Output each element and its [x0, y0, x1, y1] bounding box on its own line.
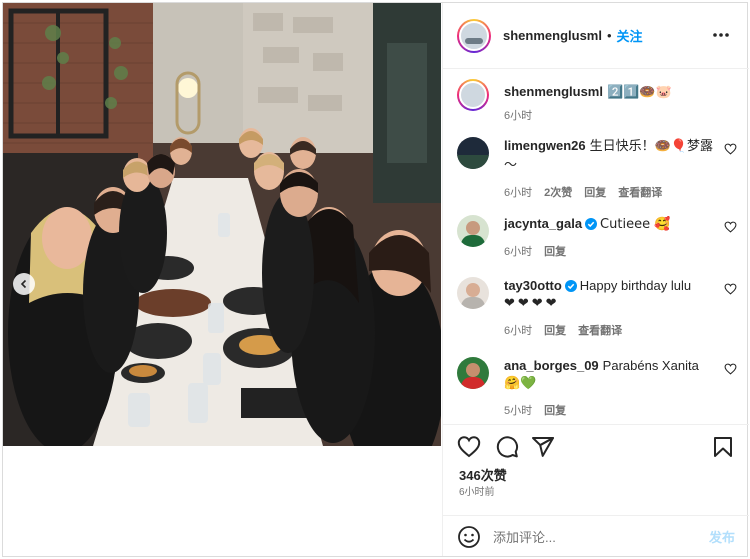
chevron-left-icon: [20, 279, 27, 289]
caption-text: 2️⃣1️⃣🍩🐷: [606, 85, 672, 100]
post-sidebar: shenmenglusml • 关注 shenmenglusml 2️⃣1️⃣🍩🐷…: [442, 3, 749, 556]
comment-username[interactable]: jacynta_gala: [504, 216, 582, 231]
comment-username[interactable]: limengwen26: [504, 138, 586, 153]
action-bar: [457, 435, 737, 459]
comment-text: Happy birthday lulu: [579, 278, 692, 293]
commenter-avatar[interactable]: [457, 357, 489, 389]
comment-text-emoji: 🤗💚: [504, 376, 537, 391]
comment-reply-button[interactable]: 回复: [544, 243, 566, 259]
more-icon[interactable]: [711, 27, 731, 43]
verified-icon: [585, 218, 598, 230]
post-time[interactable]: 6小时前: [459, 483, 495, 498]
comment-item: limengwen26 生日快乐！🍩🎈梦露～ 6小时 2次赞 回复 查看翻译: [457, 137, 737, 201]
follow-button[interactable]: 关注: [617, 26, 643, 45]
likes-count[interactable]: 346次赞: [459, 465, 507, 484]
comment-reply-button[interactable]: 回复: [544, 322, 566, 338]
commenter-avatar[interactable]: [457, 137, 489, 169]
carousel-prev-button[interactable]: [13, 273, 35, 295]
heart-icon[interactable]: [724, 363, 737, 375]
author-avatar[interactable]: [457, 18, 491, 53]
post-photo: [3, 3, 441, 446]
post-comment-button[interactable]: 发布: [709, 527, 735, 546]
smile-icon[interactable]: [457, 525, 481, 549]
comment-like-count[interactable]: 2次赞: [544, 184, 572, 200]
comment-translate-button[interactable]: 查看翻译: [618, 184, 662, 200]
comment-time[interactable]: 6小时: [504, 322, 532, 338]
comment-time[interactable]: 6小时: [504, 184, 532, 200]
comments-list: shenmenglusml 2️⃣1️⃣🍩🐷 6小时 limengwen26 生日快…: [443, 69, 749, 424]
comment-item: tay30otto Happy birthday lulu ❤❤❤❤ 6小时 回复…: [457, 277, 737, 341]
share-icon[interactable]: [531, 435, 555, 459]
heart-icon[interactable]: [457, 435, 481, 459]
comment-username[interactable]: ana_borges_09: [504, 358, 599, 373]
comment-text-hearts: ❤❤❤❤: [504, 296, 560, 311]
heart-icon[interactable]: [724, 221, 737, 233]
heart-icon[interactable]: [724, 283, 737, 295]
comment-time[interactable]: 5小时: [504, 402, 532, 418]
comment-reply-button[interactable]: 回复: [584, 184, 606, 200]
comment-icon[interactable]: [495, 435, 519, 459]
commenter-avatar[interactable]: [457, 215, 489, 247]
post-actions: 346次赞 6小时前 添加评论... 发布: [443, 424, 749, 556]
bookmark-icon[interactable]: [711, 435, 735, 459]
instagram-post-window: shenmenglusml • 关注 shenmenglusml 2️⃣1️⃣🍩🐷…: [2, 2, 749, 557]
comment-text: Cutieee 🥰: [600, 217, 671, 232]
caption: shenmenglusml 2️⃣1️⃣🍩🐷 6小时: [457, 79, 737, 129]
caption-username[interactable]: shenmenglusml: [504, 84, 603, 99]
post-header: shenmenglusml • 关注: [443, 3, 749, 69]
caption-avatar[interactable]: [457, 79, 489, 111]
add-comment-bar: 添加评论... 发布: [443, 515, 749, 557]
comment-item: ana_borges_09 Parabéns Xanita 🤗💚 5小时 回复: [457, 357, 737, 421]
comment-username[interactable]: tay30otto: [504, 278, 562, 293]
comment-text: Parabéns Xanita: [602, 358, 699, 373]
comment-reply-button[interactable]: 回复: [544, 402, 566, 418]
comment-translate-button[interactable]: 查看翻译: [578, 322, 622, 338]
group-dinner-photo: [3, 3, 441, 446]
verified-icon: [564, 280, 577, 292]
comment-input[interactable]: 添加评论...: [493, 527, 709, 546]
separator-dot: •: [606, 28, 612, 43]
heart-icon[interactable]: [724, 143, 737, 155]
caption-time[interactable]: 6小时: [504, 107, 532, 123]
comment-time[interactable]: 6小时: [504, 243, 532, 259]
author-username[interactable]: shenmenglusml: [503, 28, 602, 43]
commenter-avatar[interactable]: [457, 277, 489, 309]
comment-item: jacynta_gala Cutieee 🥰 6小时 回复: [457, 215, 737, 259]
